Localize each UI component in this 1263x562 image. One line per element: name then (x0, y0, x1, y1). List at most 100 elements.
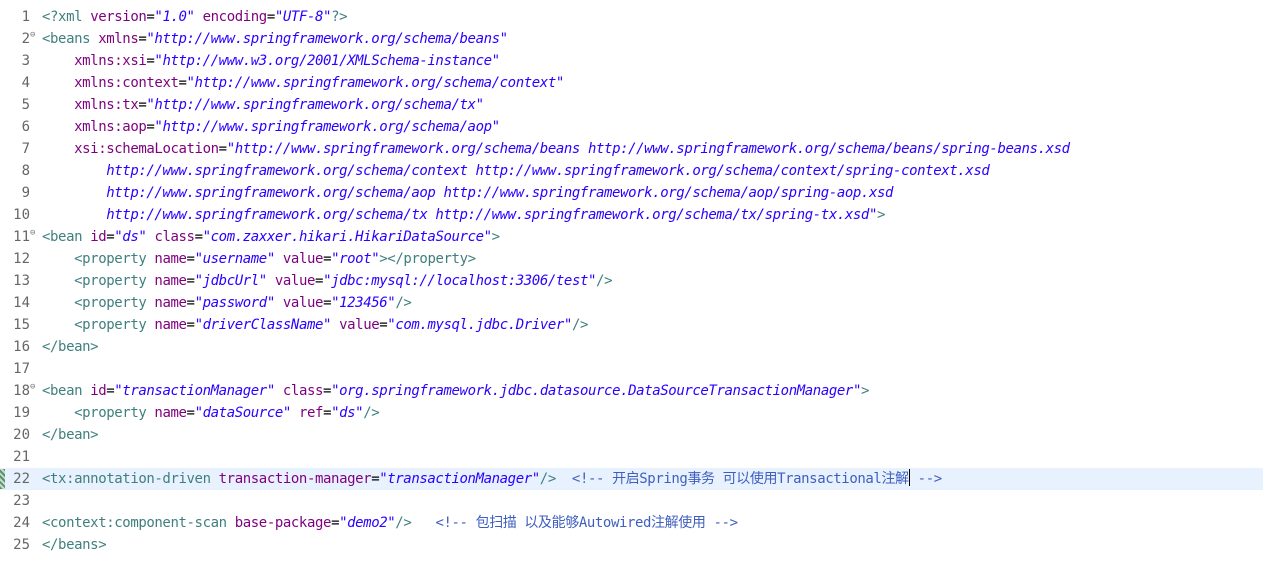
value-token: "http://www.springframework.org/schema/b… (146, 31, 508, 47)
line-number: 25 (13, 537, 30, 553)
code-text[interactable]: xsi:schemaLocation="http://www.springfra… (42, 138, 1070, 160)
tag-token: /> (596, 273, 613, 289)
attribute-token: value (339, 317, 380, 333)
code-line[interactable]: 9 http://www.springframework.org/schema/… (0, 182, 1263, 204)
code-text[interactable]: http://www.springframework.org/schema/co… (42, 160, 990, 182)
code-line[interactable]: 3 xmlns:xsi="http://www.w3.org/2001/XMLS… (0, 50, 1263, 72)
plain-token: = (323, 383, 332, 399)
code-line[interactable]: 22 <tx:annotation-driven transaction-mana… (0, 468, 1263, 490)
code-text[interactable]: xmlns:aop="http://www.springframework.or… (42, 116, 500, 138)
fold-toggle-icon[interactable]: ⊖ (30, 228, 35, 238)
value-token: "driverClassName" (194, 317, 332, 333)
code-line[interactable]: 25 </beans> (0, 534, 1263, 556)
code-text[interactable]: xmlns:context="http://www.springframewor… (42, 72, 564, 94)
code-text[interactable]: <bean id="ds" class="com.zaxxer.hikari.H… (42, 226, 500, 248)
code-text[interactable]: </beans> (42, 534, 107, 556)
tag-token: /> (363, 405, 380, 421)
code-line[interactable]: 11 ⊖ <bean id="ds" class="com.zaxxer.hikar… (0, 226, 1263, 248)
line-number: 20 (13, 427, 30, 443)
value-token: "com.mysql.jdbc.Driver" (387, 317, 572, 333)
code-line[interactable]: 10 http://www.springframework.org/schema… (0, 204, 1263, 226)
code-text[interactable]: <tx:annotation-driven transaction-manage… (42, 468, 942, 490)
tag-token: <tx:annotation-driven (42, 471, 219, 487)
code-text[interactable]: http://www.springframework.org/schema/ao… (42, 182, 893, 204)
attribute-token: version (90, 9, 147, 25)
xml-code-editor[interactable]: 1 <?xml version="1.0" encoding="UTF-8"?> 2… (0, 0, 1263, 562)
tag-token: > (860, 383, 870, 399)
tag-token: ></property> (379, 251, 476, 267)
value-token: http://www.springframework.org/schema/co… (106, 163, 990, 179)
value-token: "http://www.springframework.org/schema/t… (146, 97, 484, 113)
tag-token: /> (395, 295, 412, 311)
code-line[interactable]: 5 xmlns:tx="http://www.springframework.o… (0, 94, 1263, 116)
line-number: 22 (13, 471, 30, 487)
value-token: "ds" (114, 229, 147, 245)
code-line[interactable]: 21 (0, 446, 1263, 468)
value-token: "root" (331, 251, 380, 267)
code-text[interactable]: <property name="driverClassName" value="… (42, 314, 588, 336)
plain-token: = (186, 317, 195, 333)
line-number: 4 (21, 75, 30, 91)
tag-token: > (491, 229, 500, 245)
value-token: "ds" (331, 405, 364, 421)
code-line[interactable]: 16 </bean> (0, 336, 1263, 358)
attribute-token: xmlns:tx (74, 97, 139, 113)
code-line[interactable]: 4 xmlns:context="http://www.springframew… (0, 72, 1263, 94)
code-line[interactable]: 14 <property name="password" value="1234… (0, 292, 1263, 314)
code-line[interactable]: 6 xmlns:aop="http://www.springframework.… (0, 116, 1263, 138)
code-text[interactable]: http://www.springframework.org/schema/tx… (42, 204, 885, 226)
code-line[interactable]: 7 xsi:schemaLocation="http://www.springf… (0, 138, 1263, 160)
tag-token: <?xml (42, 9, 91, 25)
value-token: "dataSource" (194, 405, 292, 421)
code-line[interactable]: 23 (0, 490, 1263, 512)
tag-token: <property (74, 317, 155, 333)
code-line[interactable]: 13 <property name="jdbcUrl" value="jdbc:… (0, 270, 1263, 292)
fold-toggle-icon[interactable]: ⊖ (30, 382, 35, 392)
tag-token: /> (539, 471, 556, 487)
attribute-token: transaction-manager (218, 471, 372, 487)
code-line[interactable]: 24 <context:component-scan base-package="… (0, 512, 1263, 534)
code-text[interactable]: <context:component-scan base-package="de… (42, 512, 738, 534)
fold-toggle-icon[interactable]: ⊖ (30, 30, 35, 40)
code-text[interactable]: <beans xmlns="http://www.springframework… (42, 28, 508, 50)
value-token: "jdbcUrl" (194, 273, 268, 289)
tag-token: /> (395, 515, 412, 531)
tag-token: <bean (42, 229, 91, 245)
attribute-token: id (90, 383, 107, 399)
code-line[interactable]: 2 ⊖ <beans xmlns="http://www.springframewo… (0, 28, 1263, 50)
plain-token: = (186, 273, 195, 289)
code-text[interactable]: <property name="jdbcUrl" value="jdbc:mys… (42, 270, 612, 292)
tag-token: ?> (331, 9, 348, 25)
code-text[interactable]: xmlns:xsi="http://www.w3.org/2001/XMLSch… (42, 50, 500, 72)
line-number: 2 (21, 31, 30, 47)
code-line[interactable]: 1 <?xml version="1.0" encoding="UTF-8"?> (0, 6, 1263, 28)
code-text[interactable]: </bean> (42, 336, 99, 358)
code-line[interactable]: 19 <property name="dataSource" ref="ds"/… (0, 402, 1263, 424)
code-text[interactable]: xmlns:tx="http://www.springframework.org… (42, 94, 484, 116)
code-line[interactable]: 8 http://www.springframework.org/schema/… (0, 160, 1263, 182)
line-number: 19 (13, 405, 30, 421)
code-line[interactable]: 17 (0, 358, 1263, 380)
code-text[interactable]: <property name="password" value="123456"… (42, 292, 412, 314)
attribute-token: name (154, 405, 187, 421)
code-text[interactable]: </bean> (42, 424, 99, 446)
code-text[interactable]: <property name="username" value="root"><… (42, 248, 476, 270)
line-number: 23 (13, 493, 30, 509)
code-line[interactable]: 15 <property name="driverClassName" valu… (0, 314, 1263, 336)
code-text[interactable]: <bean id="transactionManager" class="org… (42, 380, 869, 402)
code-text[interactable]: <?xml version="1.0" encoding="UTF-8"?> (42, 6, 348, 28)
line-number: 15 (13, 317, 30, 333)
code-line[interactable]: 18 ⊖ <bean id="transactionManager" class="… (0, 380, 1263, 402)
tag-token: <property (74, 295, 155, 311)
code-text[interactable]: <property name="dataSource" ref="ds"/> (42, 402, 380, 424)
code-line[interactable]: 20 </bean> (0, 424, 1263, 446)
code-line[interactable]: 12 <property name="username" value="root… (0, 248, 1263, 270)
plain-token: = (371, 471, 380, 487)
